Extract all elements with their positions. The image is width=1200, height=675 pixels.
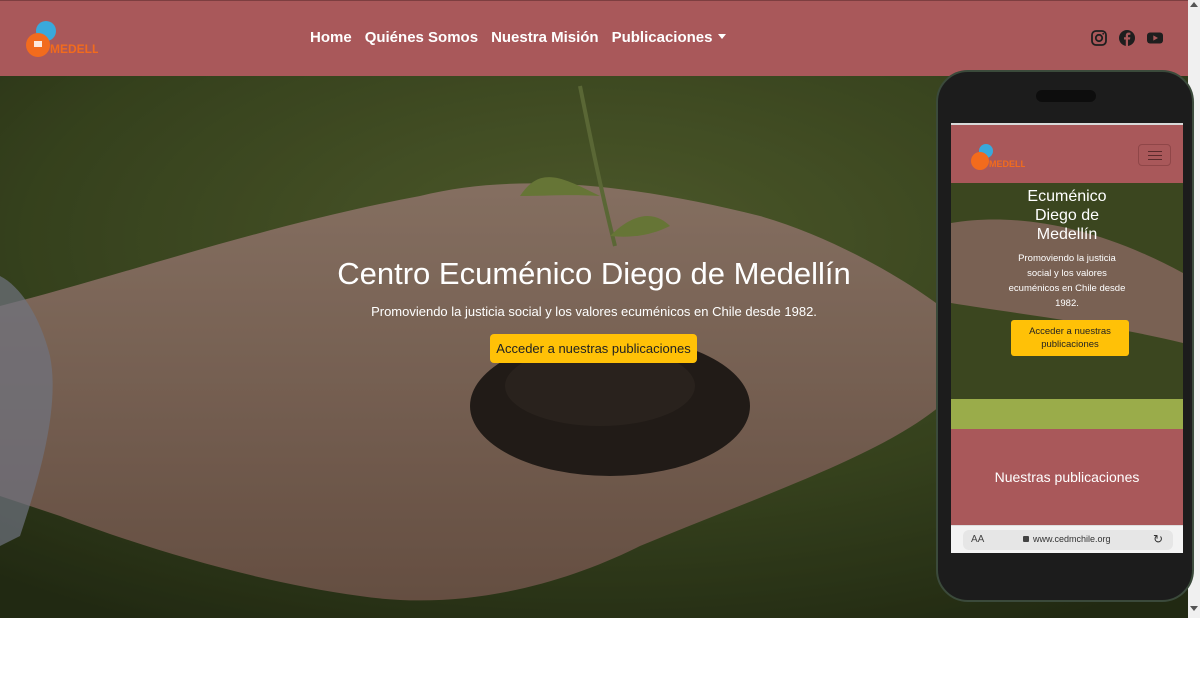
social-links (1090, 29, 1164, 47)
text-size-button[interactable]: AA (971, 534, 984, 545)
mobile-publications-title: Nuestras publicaciones (994, 469, 1140, 485)
mobile-hero-section: Ecuménico Diego de Medellín Promoviendo … (951, 183, 1183, 399)
scroll-down-arrow-icon[interactable] (1190, 606, 1198, 611)
access-publications-button[interactable]: Acceder a nuestras publicaciones (490, 334, 697, 363)
nav-quienes-somos[interactable]: Quiénes Somos (365, 29, 478, 46)
site-logo[interactable]: MEDELLÍN (24, 19, 98, 61)
youtube-icon[interactable] (1146, 29, 1164, 47)
mobile-navbar: MEDELLÍN (951, 123, 1183, 183)
chevron-down-icon (718, 34, 727, 39)
scroll-up-arrow-icon[interactable] (1190, 2, 1198, 7)
main-nav: Home Quiénes Somos Nuestra Misión Public… (310, 29, 727, 46)
mobile-hero-title: Ecuménico Diego de Medellín (1027, 188, 1107, 243)
mobile-green-band (951, 399, 1183, 429)
facebook-icon[interactable] (1118, 29, 1136, 47)
mobile-url-bar[interactable]: AA www.cedmchile.org ↻ (951, 525, 1183, 553)
instagram-icon[interactable] (1090, 29, 1108, 47)
url-field[interactable]: AA www.cedmchile.org ↻ (963, 530, 1173, 550)
nav-nuestra-mision[interactable]: Nuestra Misión (491, 29, 599, 46)
mobile-hero-subtitle: Promoviendo la justicia social y los val… (1008, 253, 1126, 309)
hamburger-menu-icon[interactable] (1138, 144, 1171, 166)
phone-mockup: MEDELLÍN Ecuménico Diego de Medellín Pro… (936, 70, 1194, 602)
mobile-access-publications-button[interactable]: Acceder a nuestras publicaciones (1011, 320, 1129, 356)
logo-text: MEDELLÍN (50, 41, 98, 56)
phone-notch (1036, 90, 1096, 102)
nav-publicaciones-label: Publicaciones (611, 29, 713, 46)
nav-home[interactable]: Home (310, 29, 352, 46)
reload-icon[interactable]: ↻ (1153, 532, 1163, 546)
top-navbar: MEDELLÍN Home Quiénes Somos Nuestra Misi… (0, 0, 1188, 76)
mobile-site-logo[interactable]: MEDELLÍN (969, 142, 1025, 172)
phone-screen: MEDELLÍN Ecuménico Diego de Medellín Pro… (951, 123, 1183, 553)
lock-icon (1023, 536, 1029, 542)
nav-publicaciones-dropdown[interactable]: Publicaciones (612, 29, 727, 46)
url-text: www.cedmchile.org (1033, 534, 1111, 544)
mobile-logo-text: MEDELLÍN (989, 159, 1025, 169)
